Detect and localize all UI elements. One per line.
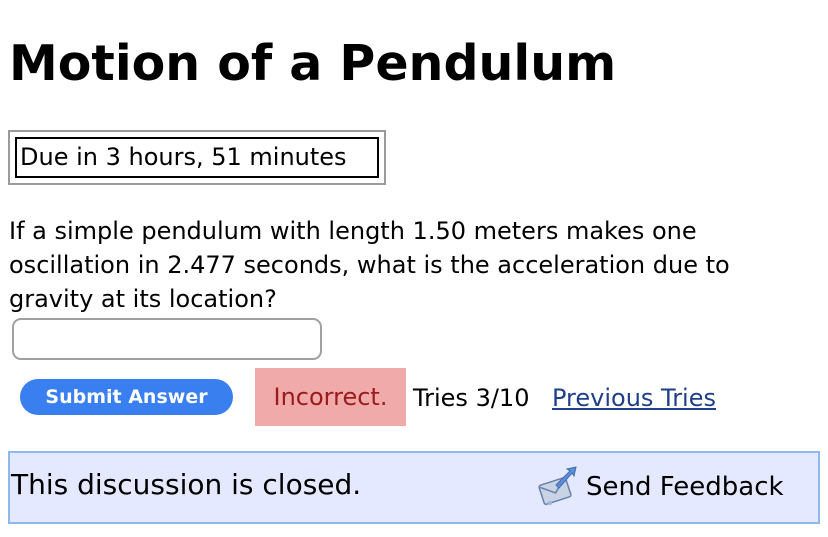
due-date-inner-border: Due in 3 hours, 51 minutes bbox=[15, 137, 379, 178]
due-date-text: Due in 3 hours, 51 minutes bbox=[20, 143, 347, 171]
send-feedback-label: Send Feedback bbox=[586, 472, 784, 502]
discussion-panel: This discussion is closed. Send Feedback bbox=[8, 451, 820, 524]
answer-input[interactable] bbox=[12, 318, 322, 360]
submit-answer-button[interactable]: Submit Answer bbox=[20, 379, 233, 415]
page-title: Motion of a Pendulum bbox=[9, 35, 617, 92]
due-date-box: Due in 3 hours, 51 minutes bbox=[8, 130, 386, 185]
incorrect-status-badge: Incorrect. bbox=[255, 368, 406, 426]
tries-counter: Tries 3/10 bbox=[413, 384, 530, 412]
send-feedback-icon bbox=[534, 463, 582, 511]
question-text: If a simple pendulum with length 1.50 me… bbox=[9, 217, 730, 313]
discussion-closed-text: This discussion is closed. bbox=[11, 468, 362, 501]
problem-page: Motion of a Pendulum Due in 3 hours, 51 … bbox=[0, 0, 828, 537]
previous-tries-link[interactable]: Previous Tries bbox=[552, 380, 716, 416]
send-feedback-link[interactable]: Send Feedback bbox=[534, 463, 784, 511]
